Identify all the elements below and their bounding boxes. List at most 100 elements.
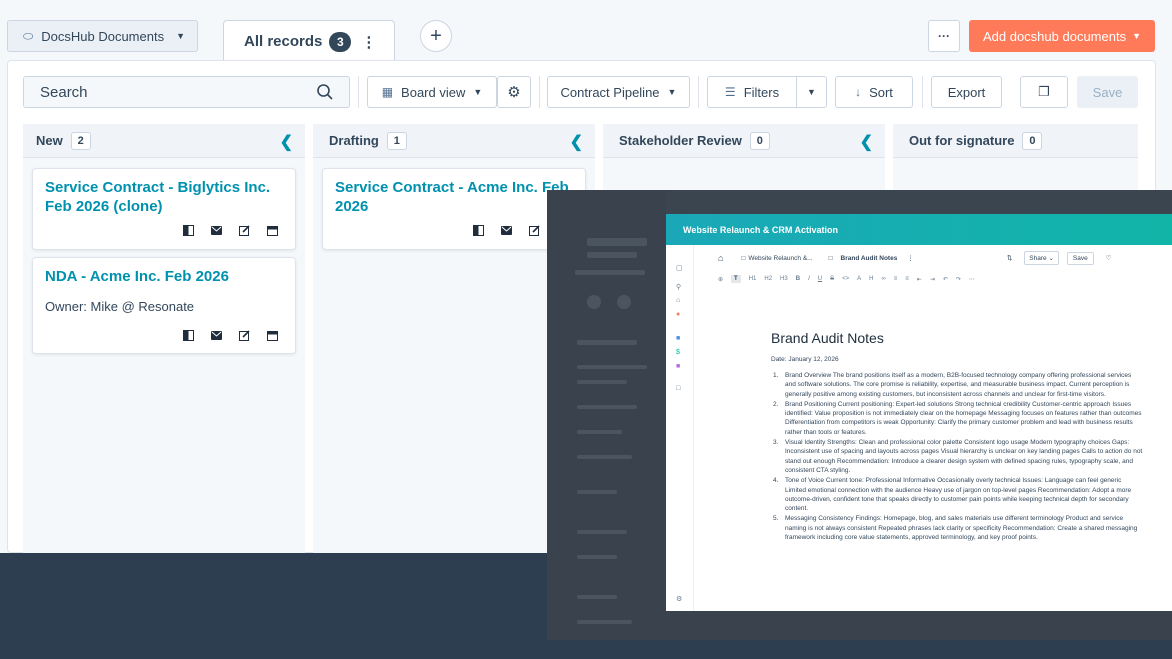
board-settings-button[interactable]: ⚙ — [497, 76, 531, 108]
link-icon: ⬭ — [23, 28, 34, 43]
text-style-icon[interactable]: T — [731, 275, 741, 283]
filters-button[interactable]: ☰ Filters — [707, 76, 797, 108]
gear-icon: ⚙ — [507, 84, 521, 101]
export-label: Export — [947, 84, 986, 100]
caret-down-icon: ▼ — [176, 31, 185, 41]
card-owner: Owner: Mike @ Resonate — [45, 299, 195, 314]
share-button[interactable]: Share ⌄ — [1024, 251, 1059, 265]
card-title-link[interactable]: NDA - Acme Inc. Feb 2026 — [45, 267, 285, 286]
document-date: Date: January 12, 2026 — [771, 356, 839, 363]
export-button[interactable]: Export — [931, 76, 1002, 108]
redo-icon[interactable]: ↷ — [956, 276, 961, 283]
undo-icon[interactable]: ↶ — [943, 276, 948, 283]
indent-icon[interactable]: ⇥ — [930, 276, 935, 283]
search-icon[interactable]: ⚲ — [676, 283, 684, 291]
breadcrumb[interactable]: Website Relaunch &... — [748, 255, 812, 262]
bold-icon[interactable]: B — [796, 276, 800, 282]
briefcase-icon[interactable]: ■ — [676, 335, 684, 343]
board-view-button[interactable]: ▦ Board view ▼ — [367, 76, 497, 108]
strikethrough-icon[interactable]: S — [830, 276, 834, 282]
filters-label: Filters — [743, 84, 780, 100]
panel-toggle-icon[interactable]: ▢ — [676, 264, 684, 272]
record-card[interactable]: Service Contract - Biglytics Inc. Feb 20… — [32, 168, 296, 250]
search-input[interactable]: Search — [23, 76, 350, 108]
heading2-icon[interactable]: H2 — [764, 276, 772, 282]
doc-tab-title[interactable]: Brand Audit Notes — [841, 255, 898, 262]
collapse-chevron-icon[interactable]: ❮ — [280, 132, 293, 152]
collapse-chevron-icon[interactable]: ❮ — [860, 132, 873, 152]
collapse-chevron-icon[interactable]: ❮ — [570, 132, 583, 152]
kebab-menu-icon[interactable]: ⋮ — [361, 33, 376, 51]
home-icon[interactable]: ⌂ — [718, 253, 723, 263]
sort-button[interactable]: ↓ Sort — [835, 76, 913, 108]
preview-icon[interactable] — [472, 225, 485, 236]
italic-icon[interactable]: I — [808, 276, 810, 282]
edit-icon[interactable] — [238, 225, 251, 236]
highlight-icon[interactable]: H — [869, 276, 873, 282]
edit-icon[interactable] — [238, 330, 251, 341]
list-item: 1. Brand Overview The brand positions its… — [773, 372, 1132, 398]
email-icon[interactable] — [500, 225, 513, 236]
home-icon[interactable]: ⌂ — [676, 297, 684, 305]
add-block-icon[interactable]: ⊕ — [718, 276, 723, 283]
document-title: Brand Audit Notes — [771, 330, 884, 346]
format-toolbar: ⊕ T H1 H2 H3 B I U S <> A H ∞ ≡ ≡ ⇤ ⇥ ↶ … — [694, 271, 1172, 287]
card-title-link[interactable]: Service Contract - Biglytics Inc. Feb 20… — [45, 178, 285, 216]
edit-icon[interactable] — [528, 225, 541, 236]
more-actions-button[interactable]: ··· — [928, 20, 960, 52]
modal-save-button[interactable]: Save — [1066, 251, 1094, 265]
heading1-icon[interactable]: H1 — [749, 276, 757, 282]
column-header: Stakeholder Review 0 ❮ — [603, 124, 885, 158]
outdent-icon[interactable]: ⇤ — [917, 276, 922, 283]
pipeline-select[interactable]: Contract Pipeline ▼ — [547, 76, 690, 108]
column-count: 2 — [70, 131, 91, 150]
doc-icon: □ — [828, 254, 833, 262]
card-title-link[interactable]: Service Contract - Acme Inc. Feb 2026 — [335, 178, 575, 216]
add-tab-button[interactable]: + — [420, 20, 452, 52]
calendar-icon[interactable] — [266, 225, 279, 236]
calendar-icon[interactable] — [266, 330, 279, 341]
share-label: Share — [1029, 255, 1047, 262]
bell-icon[interactable]: ♡ — [1106, 254, 1112, 262]
list-item-text: Brand Overview The brand positions itsel… — [785, 372, 1132, 398]
folder-icon[interactable]: ■ — [676, 363, 684, 371]
heading3-icon[interactable]: H3 — [780, 276, 788, 282]
board-view-label: Board view — [401, 84, 466, 100]
tab-all-records[interactable]: All records 3 ⋮ — [223, 20, 395, 62]
dollar-icon[interactable]: $ — [676, 349, 684, 357]
underline-icon[interactable]: U — [818, 276, 822, 282]
column-header: Drafting 1 ❮ — [313, 124, 595, 158]
numbered-list-icon[interactable]: ≡ — [905, 276, 909, 282]
email-icon[interactable] — [210, 225, 223, 236]
pin-icon[interactable]: ● — [676, 311, 684, 319]
add-records-button[interactable]: Add docshub documents ▼ — [969, 20, 1155, 52]
link-icon[interactable]: ∞ — [881, 276, 885, 282]
kebab-menu-icon[interactable]: ⋮ — [907, 254, 914, 262]
gear-icon[interactable]: ⚙ — [676, 595, 684, 603]
bullet-list-icon[interactable]: ≡ — [894, 276, 898, 282]
record-card[interactable]: NDA - Acme Inc. Feb 2026 Owner: Mike @ R… — [32, 257, 296, 354]
document-icon[interactable]: □ — [676, 385, 684, 393]
object-selector[interactable]: ⬭ DocsHub Documents ▼ — [7, 20, 198, 52]
pipeline-label: Contract Pipeline — [560, 84, 660, 100]
save-button[interactable]: Save — [1077, 76, 1138, 108]
tab-count-badge: 3 — [329, 31, 352, 52]
duplicate-button[interactable]: ❐ — [1020, 76, 1068, 108]
text-color-icon[interactable]: A — [857, 276, 861, 282]
modal-save-label: Save — [1072, 254, 1088, 262]
card-actions — [182, 225, 279, 236]
search-placeholder: Search — [40, 83, 88, 101]
column-header: New 2 ❮ — [23, 124, 305, 158]
pin-icon[interactable]: ⇅ — [1007, 254, 1012, 262]
code-icon[interactable]: <> — [842, 276, 849, 282]
list-item: 4. Tone of Voice Current tone: Profession… — [773, 477, 1132, 513]
email-icon[interactable] — [210, 330, 223, 341]
divider — [922, 76, 923, 108]
more-icon[interactable]: ⋯ — [969, 276, 975, 283]
preview-icon[interactable] — [182, 330, 195, 341]
search-icon — [317, 84, 333, 100]
filters-dropdown-button[interactable]: ▼ — [796, 76, 827, 108]
divider — [358, 76, 359, 108]
column-title: New — [36, 133, 63, 148]
preview-icon[interactable] — [182, 225, 195, 236]
